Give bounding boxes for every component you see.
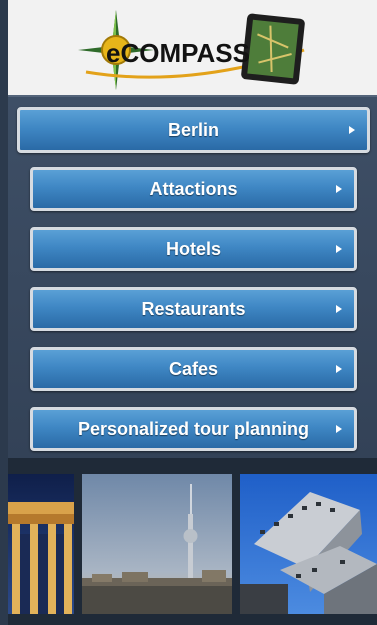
menu-item-label: Hotels bbox=[165, 238, 221, 259]
menu-item-label: Personalized tour planning bbox=[77, 418, 310, 439]
modern-hotel-photo[interactable] bbox=[240, 474, 377, 614]
menu-item-label: Attactions bbox=[149, 178, 238, 199]
chevron-right-icon bbox=[336, 425, 342, 433]
menu-item-cafes[interactable]: Cafes bbox=[30, 347, 357, 391]
menu-item-hotels[interactable]: Hotels bbox=[30, 227, 357, 271]
menu-item-tour-planning[interactable]: Personalized tour planning bbox=[30, 407, 357, 451]
menu-item-label: Restaurants bbox=[141, 298, 246, 319]
city-label: Berlin bbox=[167, 119, 219, 140]
svg-text:eCOMPASS: eCOMPASS bbox=[106, 38, 250, 68]
chevron-right-icon bbox=[336, 185, 342, 193]
chevron-right-icon bbox=[336, 365, 342, 373]
menu-item-label: Cafes bbox=[168, 358, 219, 379]
city-button-berlin[interactable]: Berlin bbox=[17, 107, 370, 153]
chevron-right-icon bbox=[349, 126, 355, 134]
menu-item-attractions[interactable]: Attactions bbox=[30, 167, 357, 211]
brandenburg-gate-photo[interactable] bbox=[8, 474, 74, 614]
chevron-right-icon bbox=[336, 305, 342, 313]
menu-item-restaurants[interactable]: Restaurants bbox=[30, 287, 357, 331]
chevron-right-icon bbox=[336, 245, 342, 253]
app-header: eCOMPASS bbox=[8, 0, 377, 95]
photo-strip bbox=[8, 458, 377, 625]
tablet-map-icon bbox=[241, 13, 305, 85]
tv-tower-photo[interactable] bbox=[82, 474, 232, 614]
ecompass-logo: eCOMPASS bbox=[78, 10, 305, 90]
